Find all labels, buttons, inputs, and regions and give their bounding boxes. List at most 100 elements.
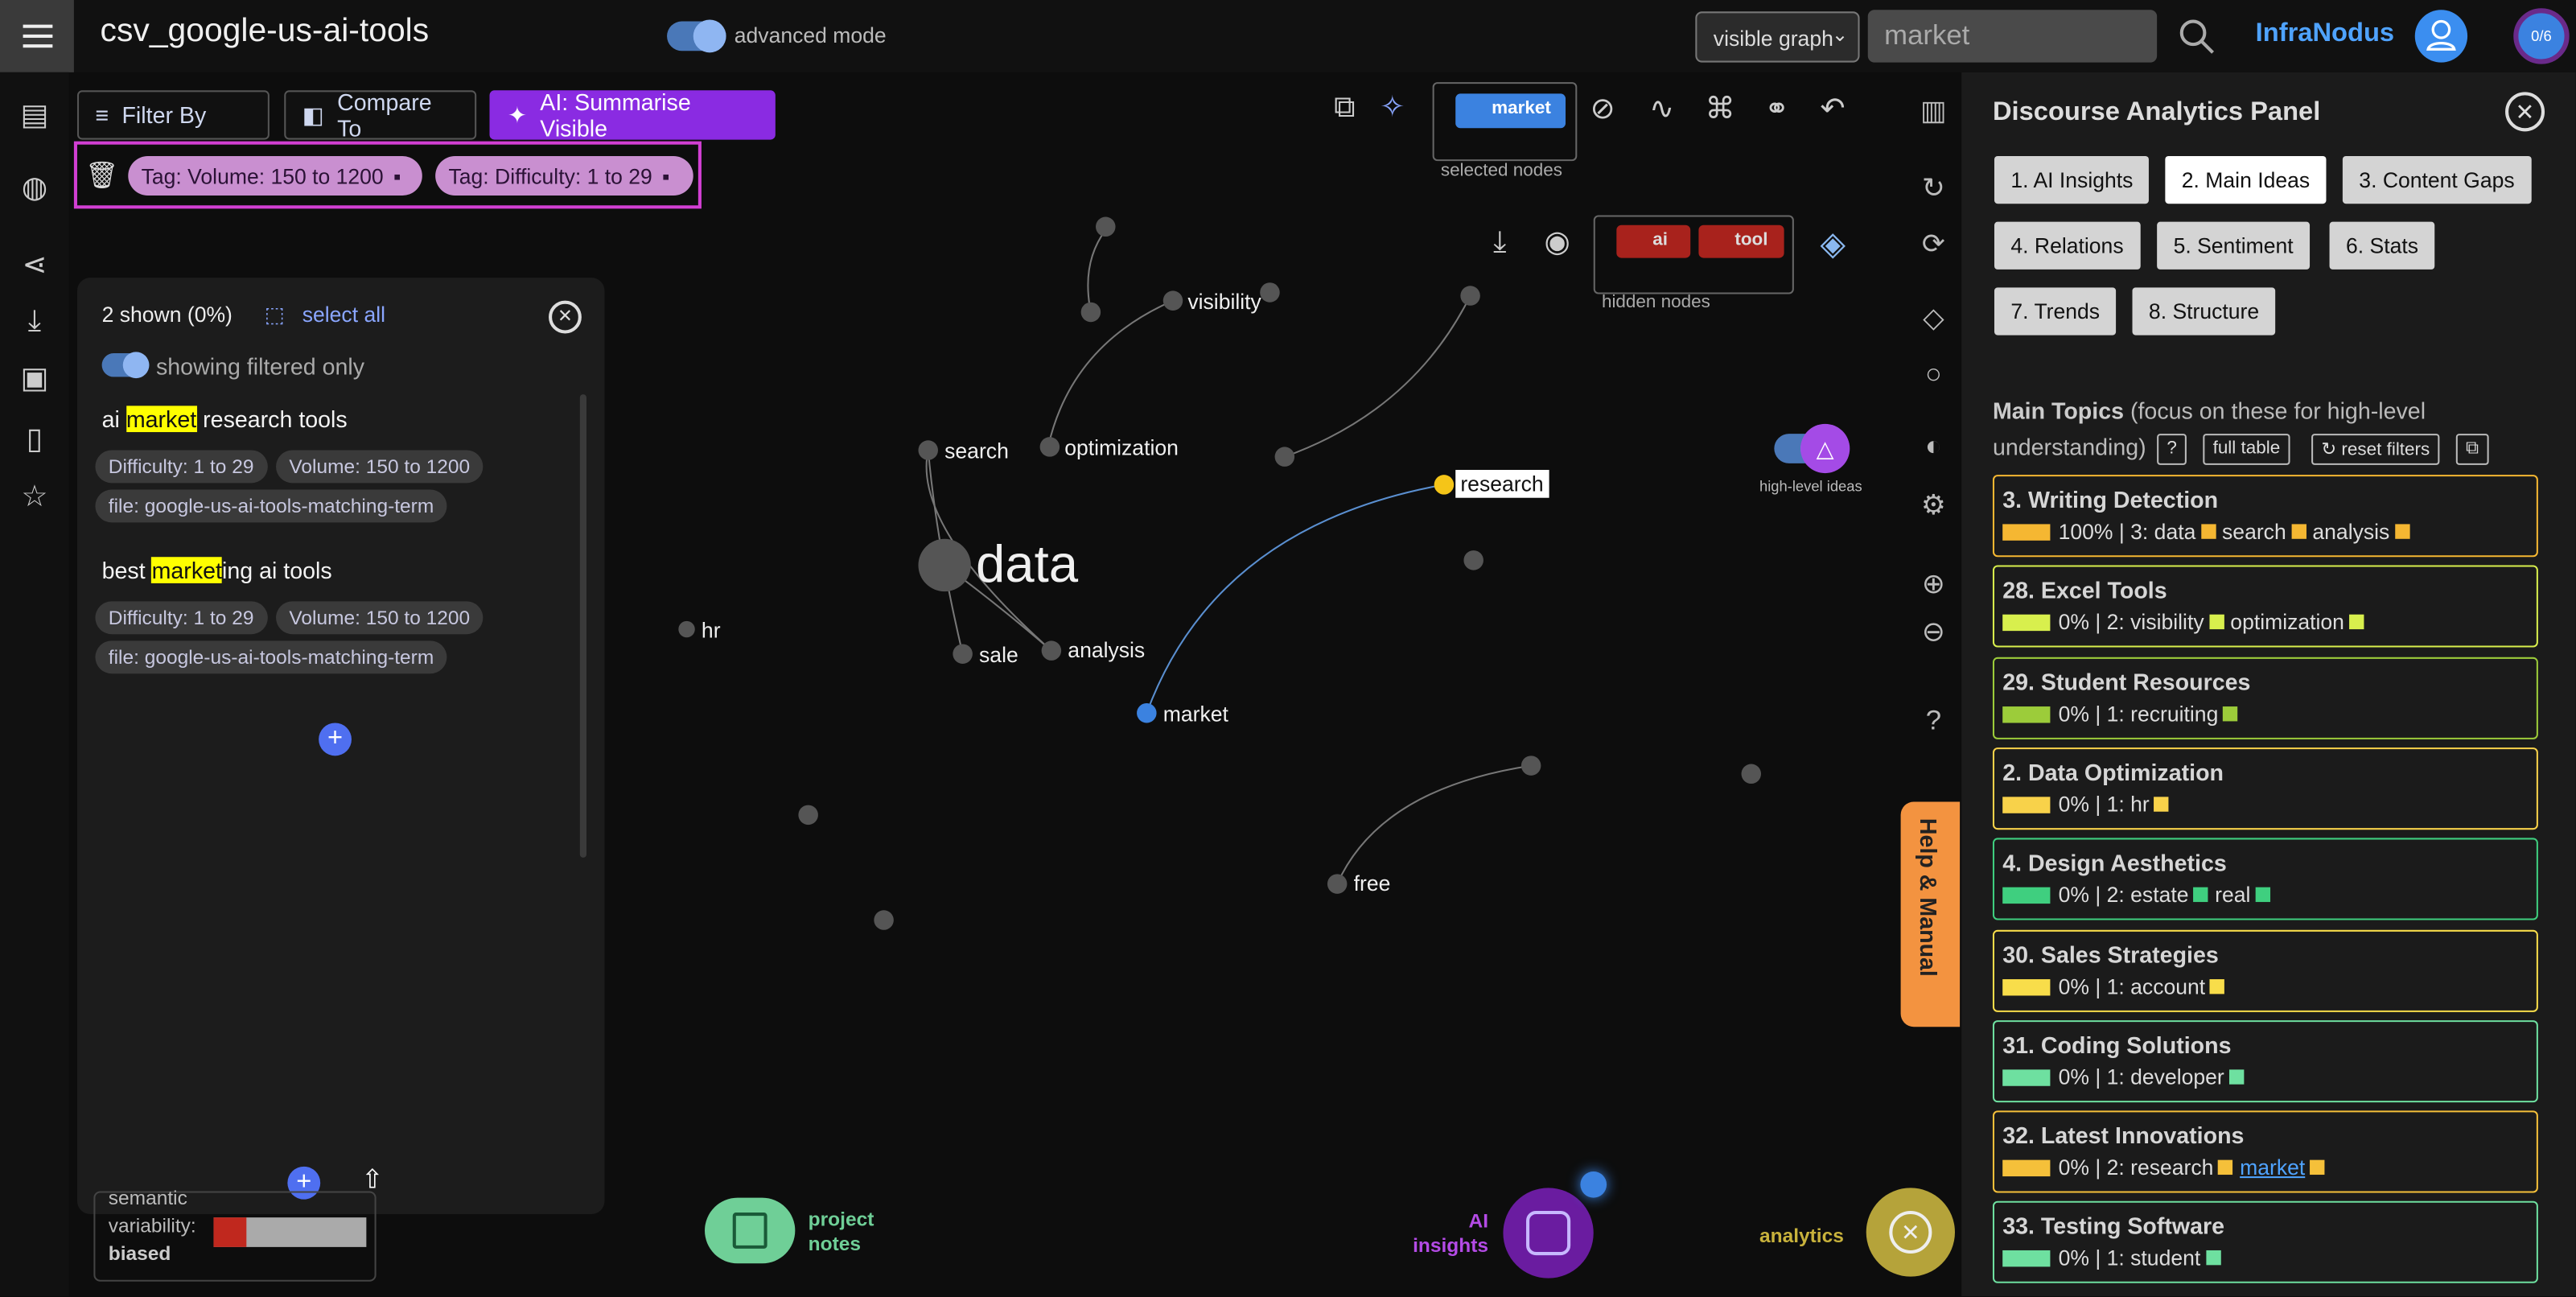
hidden-node-tag-tool[interactable]: tool <box>1698 224 1784 258</box>
undo-icon[interactable]: ↶ <box>1821 92 1846 126</box>
topic-card[interactable]: 2. Data Optimization 0% | 1: hr <box>1992 747 2538 830</box>
copy-icon[interactable]: ⧉ <box>2455 434 2489 465</box>
topic-card[interactable]: 30. Sales Strategies 0% | 1: account <box>1992 928 2538 1011</box>
chip-volume[interactable]: Volume: 150 to 1200 <box>276 601 484 635</box>
topic-word[interactable]: market <box>2240 1155 2305 1180</box>
close-icon[interactable]: ✕ <box>2505 92 2545 132</box>
topic-card[interactable]: 32. Latest Innovations 0% | 2: research ma… <box>1992 1110 2538 1193</box>
node-search[interactable]: search <box>944 439 1009 463</box>
chip-difficulty[interactable]: Difficulty: 1 to 29 <box>95 450 267 484</box>
trash-icon[interactable]: ▪ <box>662 163 669 188</box>
topic-card[interactable]: 28. Excel Tools 0% | 2: visibility optimiz… <box>1992 566 2538 648</box>
node-hr[interactable]: hr <box>702 618 721 643</box>
trash-icon[interactable]: ▯ <box>16 422 52 459</box>
result-title[interactable]: best marketing ai tools <box>102 557 332 583</box>
analytics-close-button[interactable]: ✕ <box>1866 1188 1955 1277</box>
user-avatar-icon[interactable] <box>2414 10 2468 63</box>
node-visibility[interactable]: visibility <box>1187 289 1261 314</box>
graph-canvas[interactable] <box>624 197 1939 1118</box>
refresh-icon[interactable]: ⟳ <box>1916 229 1952 265</box>
analytics-label[interactable]: analytics <box>1759 1224 1844 1247</box>
zoom-out-icon[interactable]: ⊖ <box>1916 616 1952 653</box>
hamburger-menu-icon[interactable] <box>0 0 74 72</box>
select-all-link[interactable]: select all <box>302 303 385 327</box>
chart-icon[interactable]: ▥ <box>1916 95 1952 131</box>
selected-node-tag[interactable]: market <box>1455 93 1566 129</box>
tab-main-ideas[interactable]: 2. Main Ideas <box>2165 155 2327 204</box>
reset-filters-button[interactable]: ↻ reset filters <box>2311 434 2440 465</box>
eye-off-icon[interactable]: ⊘ <box>1590 92 1615 126</box>
chip-file[interactable]: file: google-us-ai-tools-matching-term <box>95 640 447 674</box>
tab-sentiment[interactable]: 5. Sentiment <box>2157 221 2311 270</box>
select-all-icon[interactable]: ⬚ <box>265 303 285 329</box>
node-sale[interactable]: sale <box>979 642 1018 667</box>
node-research[interactable]: research <box>1455 470 1549 498</box>
help-button[interactable]: ? <box>2157 434 2187 465</box>
hidden-node-tag-ai[interactable]: ai <box>1616 224 1691 258</box>
project-notes-label[interactable]: project notes <box>809 1208 891 1257</box>
trash-icon[interactable]: ▪ <box>393 163 401 188</box>
brand-logo[interactable]: InfraNodus <box>2256 20 2394 50</box>
diamond-icon[interactable]: ◇ <box>1916 303 1952 339</box>
filter-by-button[interactable]: ≡ Filter By <box>76 90 270 140</box>
reload-all-icon[interactable]: ↻ <box>1916 172 1952 208</box>
circle-icon[interactable]: ○ <box>1916 358 1952 394</box>
node-free[interactable]: free <box>1354 871 1391 896</box>
save-icon[interactable]: ▣ <box>16 361 52 397</box>
no-comment-icon[interactable]: ▤ <box>16 99 52 135</box>
help-icon[interactable]: ? <box>1916 705 1952 741</box>
path-icon[interactable]: ∿ <box>1649 92 1674 126</box>
topic-card[interactable]: 31. Coding Solutions 0% | 1: developer <box>1992 1019 2538 1102</box>
node-analysis[interactable]: analysis <box>1068 637 1145 662</box>
search-input[interactable]: market <box>1867 10 2158 63</box>
chip-volume[interactable]: Volume: 150 to 1200 <box>276 450 484 484</box>
topic-card[interactable]: 3. Writing Detection 100% | 3: data search… <box>1992 475 2538 558</box>
close-icon[interactable]: ✕ <box>549 300 582 334</box>
zoom-in-icon[interactable]: ⊕ <box>1916 569 1952 605</box>
advanced-mode-toggle[interactable] <box>667 19 726 53</box>
add-icon[interactable]: + <box>319 723 352 756</box>
notification-counter[interactable]: 0/6 <box>2513 8 2570 64</box>
tab-relations[interactable]: 4. Relations <box>1994 221 2141 270</box>
globe-icon[interactable]: ◍ <box>16 171 52 207</box>
topic-card[interactable]: 4. Design Aesthetics 0% | 2: estate real <box>1992 838 2538 920</box>
ai-insights-button[interactable] <box>1503 1188 1594 1278</box>
shapes-icon[interactable]: △ <box>1800 423 1850 474</box>
link-icon[interactable]: ⚭ <box>1764 92 1789 126</box>
project-notes-button[interactable] <box>705 1197 796 1264</box>
copy-icon[interactable]: ⧉ <box>1334 90 1355 125</box>
search-icon[interactable] <box>2177 16 2216 56</box>
full-table-button[interactable]: full table <box>2203 434 2290 465</box>
topic-word[interactable]: analysis <box>2312 519 2389 544</box>
share-icon[interactable]: ⋖ <box>16 248 52 284</box>
ai-summarise-button[interactable]: ✦ AI: Summarise Visible <box>489 89 776 142</box>
help-manual-tab[interactable]: Help & Manual <box>1900 801 1961 1027</box>
download-icon[interactable]: ⤓ <box>16 304 52 340</box>
tab-stats[interactable]: 6. Stats <box>2329 221 2435 270</box>
eye-icon[interactable]: ◉ <box>1544 225 1570 260</box>
chip-difficulty[interactable]: Difficulty: 1 to 29 <box>95 601 267 635</box>
filter-tag-volume[interactable]: Tag: Volume: 150 to 1200 ▪ <box>128 155 422 196</box>
layers-icon[interactable]: ◈ <box>1821 224 1846 265</box>
magic-wand-icon[interactable]: ✧ <box>1380 90 1405 125</box>
filtered-only-toggle[interactable] <box>101 352 150 379</box>
gear-icon[interactable]: ⚙ <box>1916 490 1952 526</box>
filter-tag-difficulty[interactable]: Tag: Difficulty: 1 to 29 ▪ <box>435 155 693 196</box>
node-optimization[interactable]: optimization <box>1064 435 1179 460</box>
tab-ai-insights[interactable]: 1. AI Insights <box>1994 155 2150 204</box>
topic-card[interactable]: 29. Student Resources 0% | 1: recruiting <box>1992 656 2538 739</box>
topic-card[interactable]: 33. Testing Software 0% | 1: student <box>1992 1201 2538 1284</box>
document-title[interactable]: csv_google-us-ai-tools <box>101 13 430 51</box>
tab-trends[interactable]: 7. Trends <box>1994 287 2117 336</box>
binoculars-icon[interactable]: ⌘ <box>1706 92 1735 126</box>
node-market[interactable]: market <box>1163 702 1228 727</box>
topic-word[interactable]: real <box>2215 883 2250 908</box>
contrast-icon[interactable]: ◐ <box>1916 430 1952 467</box>
chip-file[interactable]: file: google-us-ai-tools-matching-term <box>95 489 447 523</box>
topic-word[interactable]: optimization <box>2230 610 2344 635</box>
star-icon[interactable]: ☆ <box>16 480 52 516</box>
clear-filters-trash-icon[interactable]: 🗑 <box>85 159 118 192</box>
tab-structure[interactable]: 8. Structure <box>2132 287 2276 336</box>
tab-content-gaps[interactable]: 3. Content Gaps <box>2342 155 2532 204</box>
topic-word[interactable]: search <box>2222 519 2286 544</box>
